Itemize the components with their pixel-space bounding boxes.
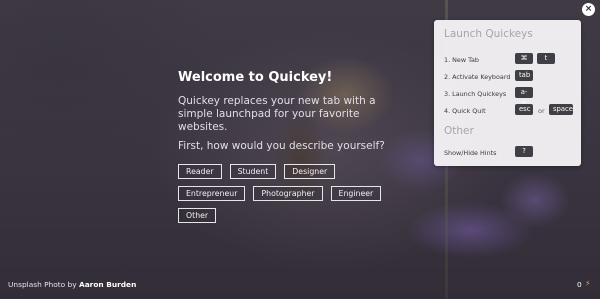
- option-entrepreneur[interactable]: Entrepreneur: [178, 186, 246, 201]
- shortcut-show-hide-hints-label: Show/Hide Hints: [444, 149, 497, 157]
- lightning-bolt-icon[interactable]: ⚡: [585, 279, 591, 288]
- key-esc: esc: [515, 104, 533, 115]
- credit-prefix: Unsplash Photo by: [8, 280, 77, 289]
- option-photographer[interactable]: Photographer: [253, 186, 323, 201]
- option-student[interactable]: Student: [229, 164, 277, 179]
- shortcut-launch-quickeys-label: 3. Launch Quickeys: [444, 90, 507, 98]
- or-separator: or: [538, 107, 545, 115]
- shortcuts-panel: Launch Quickeys 1. New Tab ⌘ t 2. Activa…: [434, 20, 581, 166]
- option-designer[interactable]: Designer: [284, 164, 336, 179]
- welcome-title: Welcome to Quickey!: [178, 70, 333, 85]
- photo-credit: Unsplash Photo by Aaron Burden: [8, 280, 136, 289]
- quickey-count: 0: [577, 280, 582, 289]
- close-icon[interactable]: ×: [582, 3, 595, 16]
- launch-quickeys-heading: Launch Quickeys: [444, 28, 533, 40]
- option-reader[interactable]: Reader: [178, 164, 222, 179]
- welcome-description: Quickey replaces your new tab with a sim…: [178, 95, 376, 133]
- persona-options: Reader Student Designer Entrepreneur Pho…: [178, 164, 398, 223]
- other-heading: Other: [444, 125, 474, 137]
- shortcut-new-tab-label: 1. New Tab: [444, 56, 479, 64]
- shortcut-activate-keyboard-label: 2. Activate Keyboard: [444, 73, 511, 81]
- option-engineer[interactable]: Engineer: [330, 186, 382, 201]
- shortcut-quick-quit-label: 4. Quick Quit: [444, 107, 486, 115]
- key-question-mark: ?: [515, 146, 533, 157]
- key-space: space: [549, 104, 573, 115]
- key-a-z: a-z: [515, 87, 533, 107]
- credit-author-link[interactable]: Aaron Burden: [79, 280, 136, 289]
- key-t: t: [537, 53, 555, 64]
- option-other[interactable]: Other: [178, 208, 217, 223]
- command-key-icon: ⌘: [515, 53, 533, 64]
- key-tab: tab: [515, 70, 533, 81]
- welcome-section: Welcome to Quickey! Quickey replaces you…: [178, 70, 398, 223]
- welcome-question: First, how would you describe yourself?: [178, 140, 385, 152]
